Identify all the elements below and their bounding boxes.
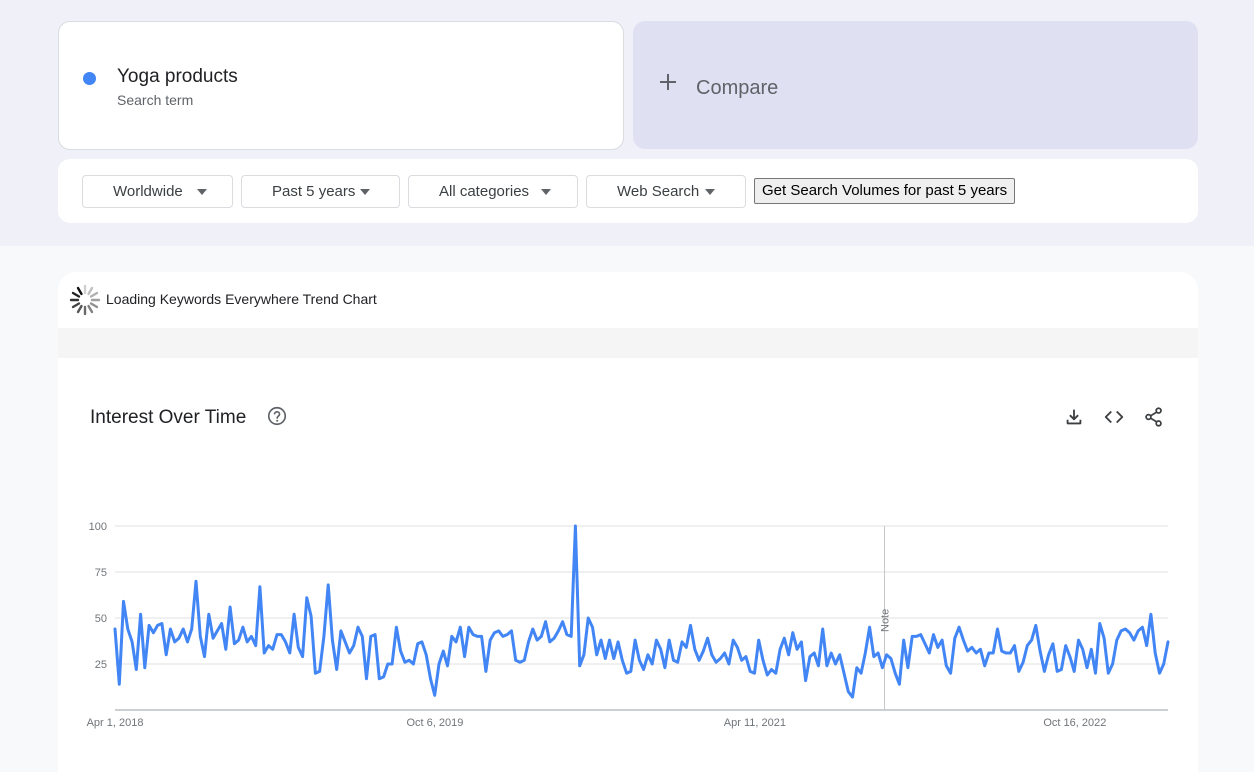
interest-over-time-chart: 25 50 75 100 Apr 1, 2018 Oct 6, 2019 Apr 11, 2… xyxy=(87,521,1170,729)
time-range-label: Past 5 years xyxy=(272,183,356,200)
embed-icon[interactable] xyxy=(1103,406,1125,428)
help-icon[interactable] xyxy=(266,405,288,427)
property-label: Web Search xyxy=(617,183,700,200)
x-tick-label: Oct 6, 2019 xyxy=(407,717,464,729)
x-tick-label: Apr 11, 2021 xyxy=(724,717,786,729)
extension-placeholder-strip xyxy=(58,328,1198,358)
chevron-down-icon xyxy=(705,189,715,195)
y-tick-label: 100 xyxy=(89,521,107,533)
search-term-title[interactable]: Yoga products xyxy=(117,66,238,88)
filter-bar: Worldwide Past 5 years All categories We… xyxy=(58,159,1198,223)
category-dropdown[interactable]: All categories xyxy=(408,175,578,208)
search-header: Yoga products Search term Compare Worldw… xyxy=(0,0,1254,246)
compare-button[interactable]: Compare xyxy=(633,21,1198,149)
x-tick-label: Apr 1, 2018 xyxy=(87,717,144,729)
search-term-card[interactable]: Yoga products Search term xyxy=(58,21,624,150)
category-label: All categories xyxy=(439,183,530,200)
x-tick-label: Oct 16, 2022 xyxy=(1043,717,1106,729)
chevron-down-icon xyxy=(541,189,551,195)
chart-note-annotation: Note xyxy=(880,609,892,632)
term-color-dot xyxy=(83,72,96,85)
chevron-down-icon xyxy=(360,189,370,195)
y-tick-label: 25 xyxy=(95,659,107,671)
loading-spinner-icon xyxy=(69,284,101,316)
chevron-down-icon xyxy=(197,189,207,195)
region-dropdown[interactable]: Worldwide xyxy=(82,175,233,208)
plus-icon xyxy=(659,73,677,91)
share-icon[interactable] xyxy=(1143,406,1165,428)
property-dropdown[interactable]: Web Search xyxy=(586,175,746,208)
get-search-volumes-button[interactable]: Get Search Volumes for past 5 years xyxy=(754,178,1016,204)
region-label: Worldwide xyxy=(113,183,183,200)
keywords-everywhere-loading-text: Loading Keywords Everywhere Trend Chart xyxy=(106,291,377,307)
series-line-yoga-products xyxy=(113,524,1170,699)
y-tick-label: 75 xyxy=(95,567,107,579)
y-tick-label: 50 xyxy=(95,613,107,625)
search-term-subtitle: Search term xyxy=(117,92,194,108)
panel-title: Interest Over Time xyxy=(90,407,247,428)
interest-over-time-card: Loading Keywords Everywhere Trend Chart … xyxy=(58,272,1198,772)
download-icon[interactable] xyxy=(1063,406,1085,428)
time-range-dropdown[interactable]: Past 5 years xyxy=(241,175,400,208)
compare-label: Compare xyxy=(696,77,779,99)
